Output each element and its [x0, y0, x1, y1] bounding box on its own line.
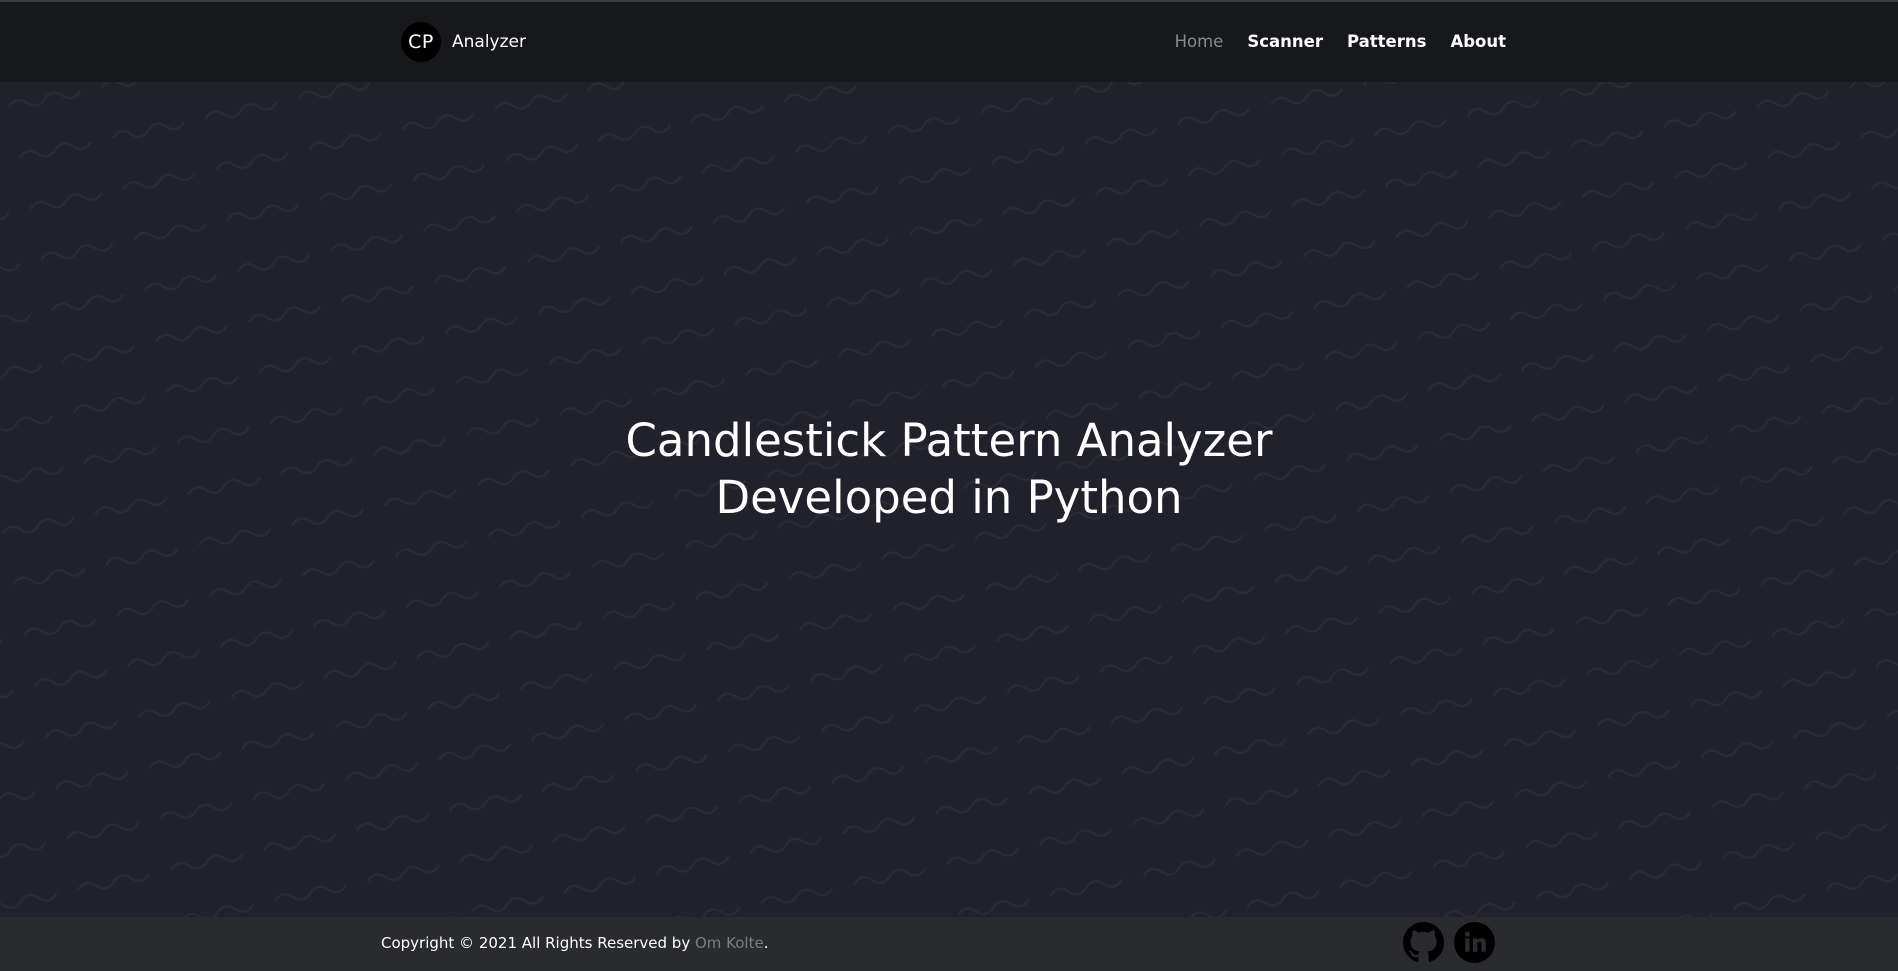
brand-logo: CP [401, 22, 441, 62]
nav-link-about[interactable]: About [1450, 32, 1506, 51]
hero-section: Candlestick Pattern Analyzer Developed i… [0, 82, 1898, 917]
nav-link-patterns[interactable]: Patterns [1347, 32, 1426, 51]
hero-title-line1: Candlestick Pattern Analyzer [625, 414, 1273, 467]
navbar: CP Analyzer Home Scanner Patterns About [0, 0, 1898, 82]
copyright-suffix: . [763, 934, 769, 952]
copyright-text: Copyright © 2021 All Rights Reserved by … [381, 934, 768, 952]
social-links [1403, 922, 1495, 963]
nav-menu: Home Scanner Patterns About [1175, 32, 1506, 51]
hero-title: Candlestick Pattern Analyzer Developed i… [0, 412, 1898, 526]
footer: Copyright © 2021 All Rights Reserved by … [0, 917, 1898, 971]
brand-text: Analyzer [452, 32, 526, 52]
brand-link[interactable]: CP Analyzer [401, 22, 526, 62]
linkedin-icon [1454, 922, 1495, 963]
nav-link-home[interactable]: Home [1175, 32, 1224, 51]
hero-title-line2: Developed in Python [715, 471, 1183, 524]
copyright-prefix: Copyright © 2021 All Rights Reserved by [381, 934, 695, 952]
author-link[interactable]: Om Kolte [695, 934, 764, 952]
linkedin-link[interactable] [1454, 922, 1495, 963]
github-link[interactable] [1403, 922, 1444, 963]
nav-link-scanner[interactable]: Scanner [1247, 32, 1323, 51]
github-icon [1403, 922, 1444, 962]
